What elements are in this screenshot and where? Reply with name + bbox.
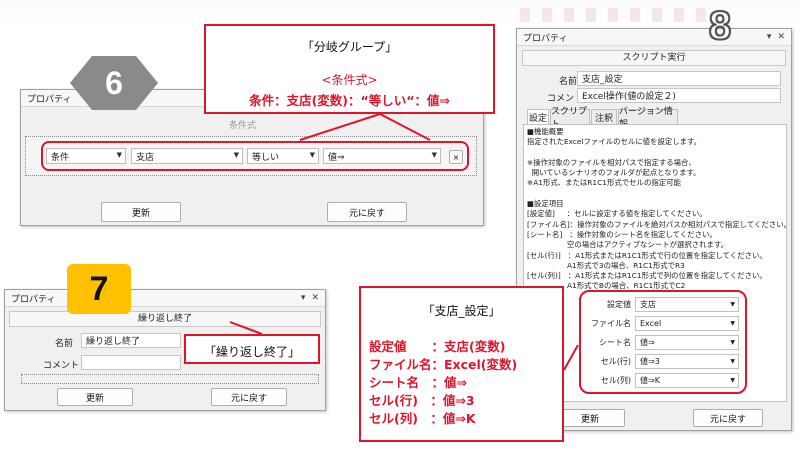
callout8-pointer [563,344,579,371]
